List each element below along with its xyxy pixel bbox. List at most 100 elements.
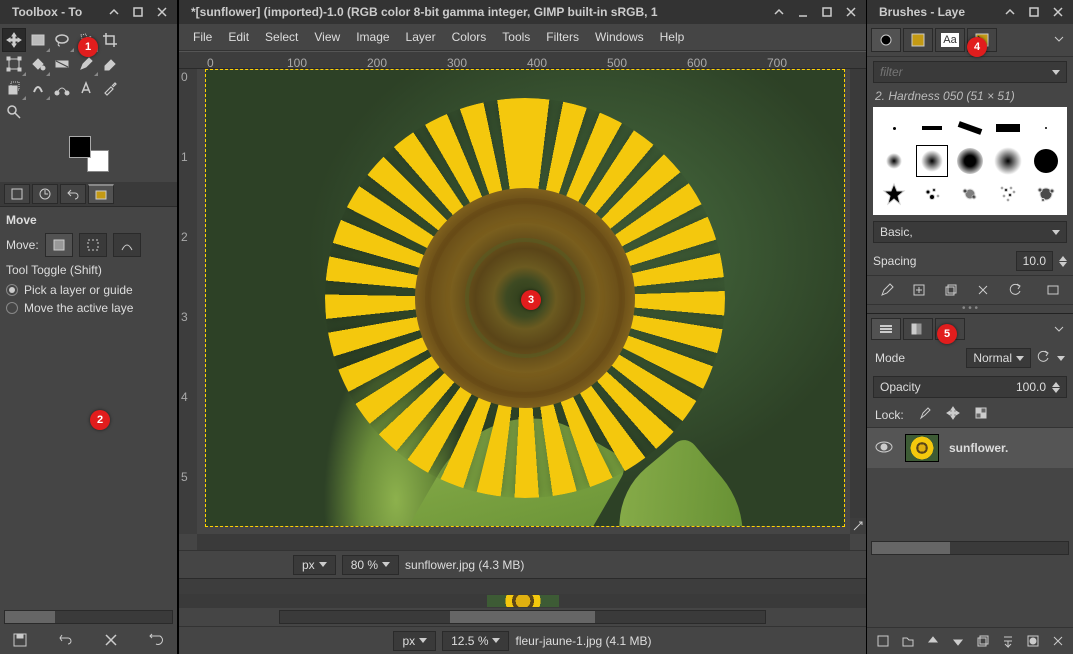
- transform-tool[interactable]: [2, 52, 26, 76]
- menu-image[interactable]: Image: [350, 28, 395, 46]
- refresh-brush-icon[interactable]: [1003, 280, 1027, 300]
- close-icon[interactable]: [153, 3, 171, 21]
- new-group-icon[interactable]: [898, 632, 917, 650]
- brush-soft-small[interactable]: [879, 146, 909, 176]
- mask-layer-icon[interactable]: [1023, 632, 1042, 650]
- dup-layer-icon[interactable]: [973, 632, 992, 650]
- thumbnail[interactable]: [487, 595, 559, 607]
- brush-pixel[interactable]: [879, 113, 909, 143]
- merge-layer-icon[interactable]: [998, 632, 1017, 650]
- brush-grunge2[interactable]: [1031, 179, 1061, 209]
- close-icon[interactable]: [1049, 3, 1067, 21]
- layer-tab-menu-icon[interactable]: [1049, 318, 1069, 338]
- reset-preset-icon[interactable]: [145, 630, 169, 650]
- brush-hard[interactable]: [1031, 146, 1061, 176]
- tab-images[interactable]: [88, 184, 114, 204]
- dup-brush-icon[interactable]: [939, 280, 963, 300]
- clone-tool[interactable]: [2, 76, 26, 100]
- unit-select[interactable]: px: [293, 555, 336, 575]
- brush-soft-dark[interactable]: [955, 146, 985, 176]
- gradient-tool[interactable]: [50, 52, 74, 76]
- collapse-icon[interactable]: [770, 3, 788, 21]
- brush-bar-thick[interactable]: [993, 113, 1023, 143]
- restore-preset-icon[interactable]: [54, 630, 78, 650]
- save-preset-icon[interactable]: [8, 630, 32, 650]
- zoom-select[interactable]: 80 %: [342, 555, 399, 575]
- tab-menu-icon[interactable]: [1049, 28, 1069, 48]
- toolbox-titlebar[interactable]: Toolbox - To: [0, 0, 177, 24]
- tab-tool-options[interactable]: [4, 184, 30, 204]
- minimize-icon[interactable]: [794, 3, 812, 21]
- brush-splat2[interactable]: [955, 179, 985, 209]
- canvas-titlebar[interactable]: *[sunflower] (imported)-1.0 (RGB color 8…: [179, 0, 866, 24]
- menu-file[interactable]: File: [187, 28, 218, 46]
- tab-brushes[interactable]: [871, 28, 901, 52]
- close-icon[interactable]: [842, 3, 860, 21]
- brush-grunge1[interactable]: [993, 179, 1023, 209]
- raise-layer-icon[interactable]: [923, 632, 942, 650]
- brush-preset-combo[interactable]: Basic,: [873, 221, 1067, 243]
- maximize-icon[interactable]: [1025, 3, 1043, 21]
- menu-windows[interactable]: Windows: [589, 28, 650, 46]
- brush-diag[interactable]: [955, 113, 985, 143]
- menu-view[interactable]: View: [308, 28, 346, 46]
- lock-position-icon[interactable]: [946, 406, 960, 423]
- layer-item[interactable]: sunflower.: [867, 428, 1073, 468]
- move-path-btn[interactable]: [113, 233, 141, 257]
- menu-edit[interactable]: Edit: [222, 28, 255, 46]
- brush-tiny[interactable]: [1031, 113, 1061, 143]
- layer-name[interactable]: sunflower.: [949, 441, 1008, 455]
- bucket-tool[interactable]: [26, 52, 50, 76]
- brushes-titlebar[interactable]: Brushes - Laye: [867, 0, 1073, 24]
- ruler-horizontal[interactable]: 0100200300400500600700: [179, 51, 866, 69]
- filter-input[interactable]: [880, 65, 1052, 79]
- delete-layer-icon[interactable]: [1048, 632, 1067, 650]
- open-as-image-icon[interactable]: [1041, 280, 1065, 300]
- lock-pixels-icon[interactable]: [918, 406, 932, 423]
- menu-filters[interactable]: Filters: [540, 28, 585, 46]
- spacing-value[interactable]: 10.0: [1016, 251, 1053, 271]
- brush-splat1[interactable]: [917, 179, 947, 209]
- move-layer-btn[interactable]: [45, 233, 73, 257]
- brush-bar[interactable]: [917, 113, 947, 143]
- unit-select-2[interactable]: px: [393, 631, 436, 651]
- v-scrollbar[interactable]: [850, 69, 866, 518]
- move-selection-btn[interactable]: [79, 233, 107, 257]
- brush-filter[interactable]: [873, 61, 1067, 83]
- lock-alpha-icon[interactable]: [974, 406, 988, 423]
- radio-pick-layer[interactable]: Pick a layer or guide: [6, 281, 171, 299]
- spin-down[interactable]: [1059, 262, 1067, 267]
- radio-move-active[interactable]: Move the active laye: [6, 299, 171, 317]
- mode-chevron[interactable]: [1057, 356, 1065, 361]
- maximize-icon[interactable]: [129, 3, 147, 21]
- text-tool[interactable]: [74, 76, 98, 100]
- brush-soft-lg[interactable]: [993, 146, 1023, 176]
- color-swatch[interactable]: [69, 136, 109, 172]
- brush-star[interactable]: [879, 179, 909, 209]
- path-tool[interactable]: [50, 76, 74, 100]
- layer-thumbnail[interactable]: [905, 434, 939, 462]
- eraser-tool[interactable]: [98, 52, 122, 76]
- lower-layer-icon[interactable]: [948, 632, 967, 650]
- layers-scrollbar[interactable]: [871, 541, 1069, 555]
- menu-select[interactable]: Select: [259, 28, 304, 46]
- rect-select-tool[interactable]: [26, 28, 50, 52]
- toolbox-scrollbar[interactable]: [4, 610, 173, 624]
- fg-color[interactable]: [69, 136, 91, 158]
- lasso-tool[interactable]: [50, 28, 74, 52]
- canvas-viewport[interactable]: 3: [197, 69, 850, 534]
- spin-up[interactable]: [1059, 256, 1067, 261]
- brush-soft-med[interactable]: [917, 146, 947, 176]
- smudge-tool[interactable]: [26, 76, 50, 100]
- tab-layers[interactable]: [871, 318, 901, 340]
- menu-colors[interactable]: Colors: [446, 28, 493, 46]
- tab-patterns[interactable]: [903, 28, 933, 52]
- opacity-slider[interactable]: Opacity 100.0: [873, 376, 1067, 398]
- delete-preset-icon[interactable]: [99, 630, 123, 650]
- nav-arrow-icon[interactable]: [850, 518, 866, 534]
- edit-brush-icon[interactable]: [875, 280, 899, 300]
- tab-channels[interactable]: [903, 318, 933, 340]
- new-layer-icon[interactable]: [873, 632, 892, 650]
- crop-tool[interactable]: [98, 28, 122, 52]
- eyedropper-tool[interactable]: [98, 76, 122, 100]
